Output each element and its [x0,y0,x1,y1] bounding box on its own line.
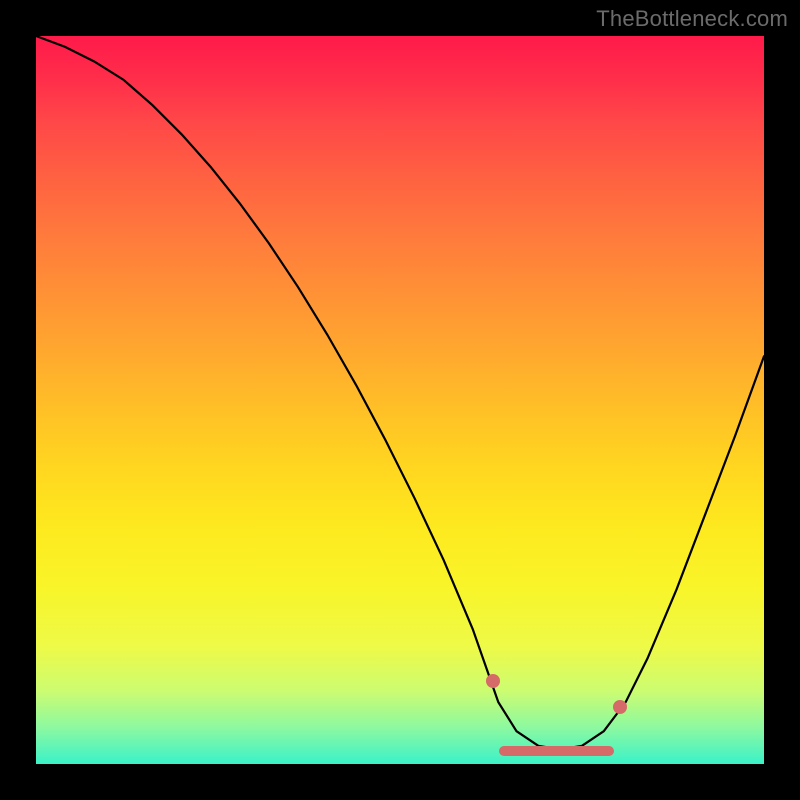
watermark-text: TheBottleneck.com [596,6,788,32]
optimal-range-right-dot [613,700,627,714]
optimal-range-indicator [499,746,614,756]
bottleneck-curve [36,36,764,764]
chart-area [36,36,764,764]
